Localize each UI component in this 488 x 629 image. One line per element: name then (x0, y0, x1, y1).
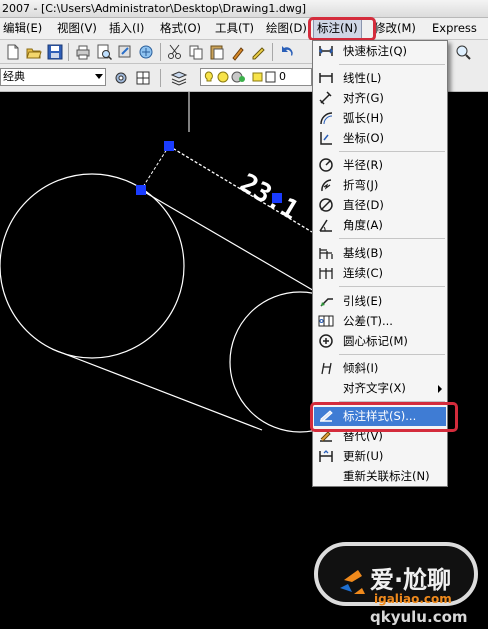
menu-item-ordinate[interactable]: 坐标(O) (314, 129, 446, 148)
quick-dimension-icon (318, 43, 334, 59)
workspace-style-combo[interactable]: 经典 (0, 68, 106, 86)
standard-toolbar-overflow (448, 40, 488, 64)
menu-separator (339, 238, 445, 239)
workspace-settings-icon[interactable] (112, 69, 130, 87)
menu-draw[interactable]: 绘图(D) (266, 18, 307, 39)
menu-insert[interactable]: 插入(I) (109, 18, 144, 39)
paste-icon[interactable] (208, 43, 226, 61)
grid-icon[interactable] (134, 69, 152, 87)
dimension-grip[interactable] (272, 193, 282, 203)
block-editor-icon[interactable] (250, 43, 268, 61)
menu-item-leader[interactable]: 引线(E) (314, 292, 446, 311)
menu-tools[interactable]: 工具(T) (215, 18, 254, 39)
print-preview-icon[interactable] (95, 43, 113, 61)
watermark-sub-text: qkyulu.com (370, 608, 468, 626)
menu-item-center-mark[interactable]: 圆心标记(M) (314, 332, 446, 351)
menu-item-continue[interactable]: 连续(C) (314, 264, 446, 283)
watermark-url-text: igaliao.com (374, 592, 452, 606)
menu-item-angular[interactable]: 角度(A) (314, 216, 446, 235)
dimension-text[interactable]: 23.1 (234, 168, 303, 226)
menu-separator (339, 151, 445, 152)
menu-item-aligned[interactable]: 对齐(G) (314, 89, 446, 108)
layer-name: 0 (279, 70, 286, 83)
window-title: 2007 - [C:\Users\Administrator\Desktop\D… (2, 2, 307, 15)
menu-item-diameter[interactable]: 直径(D) (314, 196, 446, 215)
chevron-right-icon (438, 385, 442, 393)
menu-item-reassociate[interactable]: 重新关联标注(N) (314, 467, 446, 486)
copy-icon[interactable] (187, 43, 205, 61)
new-file-icon[interactable] (4, 43, 22, 61)
menu-highlight-box (308, 17, 376, 41)
menu-edit[interactable]: 编辑(E) (3, 18, 42, 39)
diameter-icon (318, 197, 334, 213)
menu-separator (339, 64, 445, 65)
layers-toolbar: 经典 0 (0, 64, 314, 92)
large-circle[interactable] (0, 173, 185, 359)
toolbar-separator (160, 43, 161, 61)
continue-icon (318, 265, 334, 281)
ordinate-icon (318, 130, 334, 146)
menu-item-update[interactable]: 更新(U) (314, 447, 446, 466)
watermark: 爱·尬聊 igaliao.com qkyulu.com (314, 540, 488, 629)
watermark-brand-text: 爱·尬聊 (370, 566, 452, 594)
radius-icon (318, 157, 334, 173)
baseline-icon (318, 245, 334, 261)
zoom-window-icon[interactable] (454, 43, 472, 61)
menu-view[interactable]: 视图(V) (57, 18, 97, 39)
menu-item-linear[interactable]: 线性(L) (314, 69, 446, 88)
layers-toolbar-overflow (448, 64, 488, 92)
save-icon[interactable] (46, 43, 64, 61)
menu-separator (339, 286, 445, 287)
plot-icon[interactable] (137, 43, 155, 61)
menu-format[interactable]: 格式(O) (160, 18, 201, 39)
menu-bar: 编辑(E) 视图(V) 插入(I) 格式(O) 工具(T) 绘图(D) 标注(N… (0, 18, 488, 40)
center-mark-icon (318, 333, 334, 349)
menu-separator (339, 354, 445, 355)
aligned-dimension-icon (318, 90, 334, 106)
standard-toolbar (0, 40, 314, 64)
menu-item-oblique[interactable]: 倾斜(I) (314, 359, 446, 378)
leader-icon (318, 293, 334, 309)
workspace-style-value: 经典 (3, 70, 25, 83)
dimension-extension-line-1[interactable] (140, 145, 170, 191)
update-icon (318, 448, 334, 464)
layer-state-icons (204, 71, 276, 83)
jogged-icon (318, 177, 334, 193)
arc-length-icon (318, 110, 334, 126)
layer-combo[interactable]: 0 (200, 68, 312, 86)
layer-manager-icon[interactable] (170, 69, 188, 87)
linear-dimension-icon (318, 70, 334, 86)
match-properties-icon[interactable] (229, 43, 247, 61)
menu-item-jogged[interactable]: 折弯(J) (314, 176, 446, 195)
angular-icon (318, 217, 334, 233)
menu-item-baseline[interactable]: 基线(B) (314, 244, 446, 263)
undo-icon[interactable] (278, 43, 296, 61)
tolerance-icon (318, 313, 334, 329)
open-file-icon[interactable] (25, 43, 43, 61)
publish-icon[interactable] (116, 43, 134, 61)
dimension-style-highlight-box (310, 402, 458, 432)
menu-express[interactable]: Express (432, 18, 477, 39)
toolbar-separator (272, 43, 273, 61)
cut-icon[interactable] (166, 43, 184, 61)
menu-item-quick-dimension[interactable]: 快速标注(Q) (314, 42, 446, 61)
print-icon[interactable] (74, 43, 92, 61)
menu-item-radius[interactable]: 半径(R) (314, 156, 446, 175)
chevron-down-icon[interactable] (95, 74, 103, 79)
toolbar-separator (68, 43, 69, 61)
dimension-grip[interactable] (164, 141, 174, 151)
title-bar: 2007 - [C:\Users\Administrator\Desktop\D… (0, 0, 488, 18)
menu-item-tolerance[interactable]: 公差(T)... (314, 312, 446, 331)
menu-item-align-text[interactable]: 对齐文字(X) (314, 379, 446, 398)
dimension-grip[interactable] (136, 185, 146, 195)
menu-item-arc-length[interactable]: 弧长(H) (314, 109, 446, 128)
menu-modify[interactable]: 修改(M) (374, 18, 416, 39)
oblique-icon (318, 360, 334, 376)
toolbar-separator (160, 69, 161, 87)
